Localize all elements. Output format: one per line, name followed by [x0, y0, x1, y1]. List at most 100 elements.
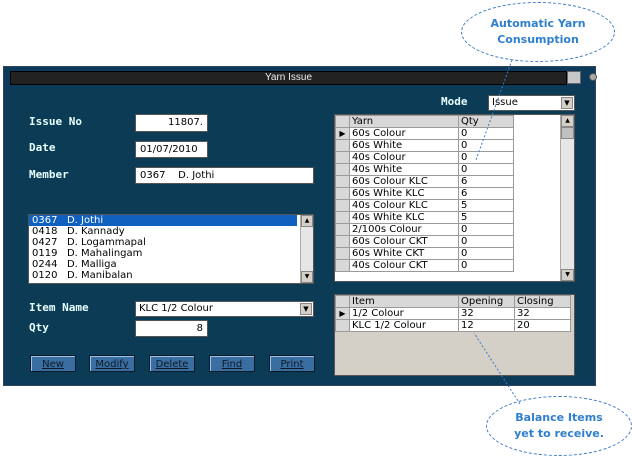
yarn-cell[interactable]: 2/100s Colour: [349, 223, 459, 236]
table-row[interactable]: ▶ 60s Colour 0: [335, 127, 514, 140]
list-item[interactable]: 0120 D. Manibalan: [29, 270, 297, 281]
qty-cell[interactable]: 0: [458, 127, 514, 140]
table-row[interactable]: 60s White 0: [335, 139, 514, 152]
row-indicator: [335, 151, 350, 164]
find-button[interactable]: Find: [209, 355, 255, 372]
qty-cell[interactable]: 0: [458, 223, 514, 236]
qty-cell[interactable]: 0: [458, 259, 514, 272]
member-label: Member: [29, 168, 69, 181]
yarn-cell[interactable]: 60s Colour: [349, 127, 459, 140]
list-item[interactable]: 0367 D. Jothi: [29, 215, 297, 226]
row-indicator: [335, 211, 350, 224]
table-row[interactable]: ▶ 1/2 Colour 32 32: [335, 307, 571, 320]
window-control-button[interactable]: [567, 71, 581, 84]
print-button[interactable]: Print: [269, 355, 315, 372]
scroll-up-icon[interactable]: ▲: [561, 115, 574, 127]
column-header-item: Item: [349, 295, 459, 308]
qty-cell[interactable]: 6: [458, 175, 514, 188]
column-header-closing: Closing: [514, 295, 571, 308]
table-row[interactable]: 40s Colour CKT 0: [335, 259, 514, 272]
yarn-cell[interactable]: 60s White: [349, 139, 459, 152]
table-row[interactable]: 2/100s Colour 0: [335, 223, 514, 236]
table-row[interactable]: 40s Colour 0: [335, 151, 514, 164]
scroll-down-icon[interactable]: ▼: [301, 271, 313, 283]
member-field[interactable]: 0367 D. Jothi: [135, 167, 314, 184]
yarn-cell[interactable]: 40s White KLC: [349, 211, 459, 224]
issue-no-field[interactable]: 11807.: [135, 114, 208, 132]
window-menu-icon[interactable]: [589, 73, 597, 81]
table-row[interactable]: 60s White CKT 0: [335, 247, 514, 260]
row-indicator: [335, 139, 350, 152]
window-title: Yarn Issue: [10, 71, 567, 85]
closing-cell[interactable]: 32: [514, 307, 571, 320]
qty-cell[interactable]: 0: [458, 163, 514, 176]
mode-select[interactable]: Issue ▼: [488, 95, 575, 111]
qty-label: Qty: [29, 321, 49, 334]
yarn-cell[interactable]: 60s White CKT: [349, 247, 459, 260]
table-row[interactable]: 40s White KLC 5: [335, 211, 514, 224]
yarn-cell[interactable]: 60s Colour CKT: [349, 235, 459, 248]
yarn-cell[interactable]: 60s Colour KLC: [349, 175, 459, 188]
yarn-cell[interactable]: 40s Colour CKT: [349, 259, 459, 272]
list-item[interactable]: 0418 D. Kannady: [29, 226, 297, 237]
table-row[interactable]: 60s White KLC 6: [335, 187, 514, 200]
current-row-icon: ▶: [335, 127, 350, 140]
table-row[interactable]: KLC 1/2 Colour 12 20: [335, 319, 571, 332]
member-listbox[interactable]: 0367 D. Jothi 0418 D. Kannady 0427 D. Lo…: [28, 214, 314, 284]
qty-cell[interactable]: 0: [458, 247, 514, 260]
list-item[interactable]: 0427 D. Logammapal: [29, 237, 297, 248]
current-row-icon: ▶: [335, 307, 350, 320]
yarn-grid-scrollbar[interactable]: ▲ ▼: [560, 115, 574, 281]
table-row[interactable]: 60s Colour KLC 6: [335, 175, 514, 188]
yarn-cell[interactable]: 40s White: [349, 163, 459, 176]
balance-grid[interactable]: Item Opening Closing ▶ 1/2 Colour 32 32 KLC…: [334, 294, 575, 376]
row-indicator: [335, 319, 350, 332]
table-row[interactable]: 40s Colour KLC 5: [335, 199, 514, 212]
qty-cell[interactable]: 5: [458, 199, 514, 212]
qty-cell[interactable]: 0: [458, 151, 514, 164]
delete-button[interactable]: Delete: [149, 355, 195, 372]
mode-label: Mode: [441, 95, 468, 108]
table-row[interactable]: 40s White 0: [335, 163, 514, 176]
item-name-label: Item Name: [29, 301, 89, 314]
list-item[interactable]: 0244 D. Malliga: [29, 259, 297, 270]
callout-yarn-consumption: Automatic Yarn Consumption: [461, 2, 615, 62]
qty-cell[interactable]: 0: [458, 235, 514, 248]
modify-button[interactable]: Modify: [89, 355, 135, 372]
item-name-value: KLC 1/2 Colour: [139, 303, 214, 314]
closing-cell[interactable]: 20: [514, 319, 571, 332]
table-row[interactable]: 60s Colour CKT 0: [335, 235, 514, 248]
callout-yarn-text: Automatic Yarn Consumption: [490, 17, 586, 46]
table-header-row: Item Opening Closing: [335, 295, 571, 308]
yarn-cell[interactable]: 40s Colour: [349, 151, 459, 164]
issue-no-label: Issue No: [29, 115, 82, 128]
qty-cell[interactable]: 5: [458, 211, 514, 224]
yarn-grid[interactable]: Yarn Qty ▶ 60s Colour 0 60s White 0 40s Col…: [334, 114, 575, 282]
item-cell[interactable]: 1/2 Colour: [349, 307, 459, 320]
date-field[interactable]: 01/07/2010: [135, 141, 208, 158]
qty-field[interactable]: 8: [135, 320, 208, 337]
callout-balance-text: Balance Items yet to receive.: [514, 411, 604, 440]
opening-cell[interactable]: 12: [458, 319, 515, 332]
list-item[interactable]: 0119 D. Mahalingam: [29, 248, 297, 259]
item-name-select[interactable]: KLC 1/2 Colour ▼: [135, 301, 314, 317]
scroll-thumb[interactable]: [561, 127, 574, 139]
row-indicator: [335, 247, 350, 260]
new-button[interactable]: New: [30, 355, 76, 372]
opening-cell[interactable]: 32: [458, 307, 515, 320]
row-indicator: [335, 223, 350, 236]
member-list-scrollbar[interactable]: ▲ ▼: [300, 215, 313, 283]
chevron-down-icon[interactable]: ▼: [561, 97, 573, 109]
column-header-qty: Qty: [458, 115, 514, 128]
chevron-down-icon[interactable]: ▼: [300, 303, 312, 315]
item-cell[interactable]: KLC 1/2 Colour: [349, 319, 459, 332]
column-header-opening: Opening: [458, 295, 515, 308]
mode-value: Issue: [492, 97, 518, 108]
scroll-down-icon[interactable]: ▼: [561, 269, 574, 281]
table-header-row: Yarn Qty: [335, 115, 514, 128]
yarn-cell[interactable]: 40s Colour KLC: [349, 199, 459, 212]
scroll-up-icon[interactable]: ▲: [301, 215, 313, 227]
yarn-cell[interactable]: 60s White KLC: [349, 187, 459, 200]
qty-cell[interactable]: 6: [458, 187, 514, 200]
qty-cell[interactable]: 0: [458, 139, 514, 152]
